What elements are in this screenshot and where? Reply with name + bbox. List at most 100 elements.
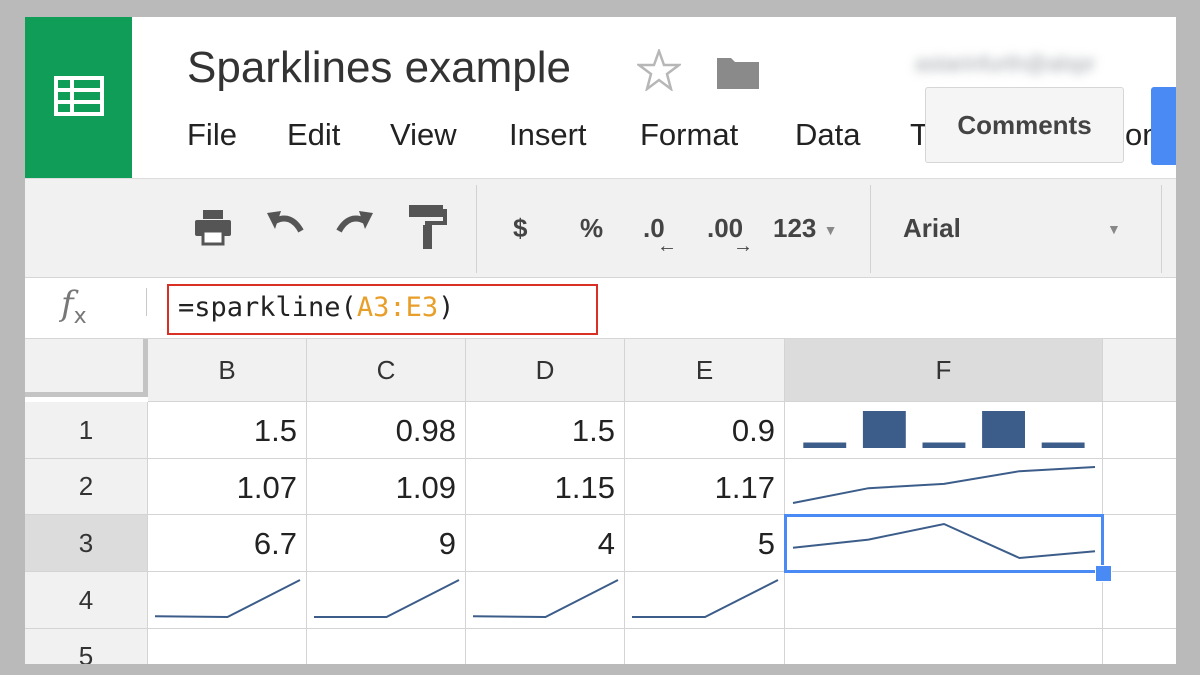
menu-insert[interactable]: Insert: [509, 117, 587, 153]
sparkline-series: [792, 466, 1096, 504]
row-header-2[interactable]: 2: [25, 459, 148, 515]
sparkline-bar: [803, 442, 847, 448]
select-all-corner[interactable]: [25, 339, 148, 397]
sparkline-series: [792, 522, 1096, 560]
decrease-decimals-button[interactable]: .0 ←: [643, 213, 677, 257]
line-sparkline: [154, 579, 301, 619]
sparkline-series: [314, 579, 460, 618]
chevron-down-icon: ▼: [823, 222, 838, 239]
line-sparkline: [472, 579, 619, 619]
cell-g2[interactable]: [1103, 459, 1176, 515]
row-header-4[interactable]: 4: [25, 572, 148, 629]
font-family-label: Arial: [903, 213, 961, 243]
cell-c5[interactable]: [307, 629, 466, 664]
cell-b5[interactable]: [148, 629, 307, 664]
cell-d1[interactable]: 1.5: [466, 402, 625, 459]
chevron-down-icon: ▼: [1107, 221, 1121, 237]
cell-f5[interactable]: [785, 629, 1103, 664]
cell-c4[interactable]: [307, 572, 466, 629]
sparkline-series: [472, 579, 619, 619]
formula-divider: [146, 288, 147, 316]
cell-d3[interactable]: 4: [466, 515, 625, 572]
menu-format[interactable]: Format: [640, 117, 738, 153]
sheets-grid-icon: [54, 76, 104, 116]
cell-c3[interactable]: 9: [307, 515, 466, 572]
account-email: astarinfurth@alspr: [915, 51, 1096, 76]
document-title[interactable]: Sparklines example: [187, 43, 571, 93]
more-formats-button[interactable]: 123 ▼: [773, 213, 837, 244]
star-icon[interactable]: [637, 49, 681, 91]
column-header-e[interactable]: E: [625, 339, 785, 402]
cell-b1[interactable]: 1.5: [148, 402, 307, 459]
line-sparkline: [632, 579, 779, 618]
fill-handle[interactable]: [1095, 565, 1112, 582]
cell-f4[interactable]: [785, 572, 1103, 629]
column-header-f[interactable]: F: [785, 339, 1103, 402]
column-header-c[interactable]: C: [307, 339, 466, 402]
font-family-select[interactable]: Arial ▼: [871, 179, 1161, 277]
arrow-right-icon: →: [733, 235, 753, 257]
menu-data[interactable]: Data: [795, 117, 860, 153]
cell-f3[interactable]: [785, 515, 1103, 572]
cell-e1[interactable]: 0.9: [625, 402, 785, 459]
row-header-3[interactable]: 3: [25, 515, 148, 572]
toolbar-divider: [476, 185, 477, 273]
row-header-5[interactable]: 5: [25, 629, 148, 664]
formula-suffix: ): [438, 292, 455, 323]
paint-format-icon[interactable]: [405, 203, 449, 253]
cell-d2[interactable]: 1.15: [466, 459, 625, 515]
menu-file[interactable]: File: [187, 117, 237, 153]
toolbar-divider: [1161, 185, 1162, 273]
column-header-b[interactable]: B: [148, 339, 307, 402]
sparkline-bar: [1041, 442, 1085, 448]
cell-b3[interactable]: 6.7: [148, 515, 307, 572]
formula-range-reference: A3:E3: [356, 292, 439, 323]
cell-d5[interactable]: [466, 629, 625, 664]
cell-c2[interactable]: 1.09: [307, 459, 466, 515]
folder-icon[interactable]: [715, 53, 761, 91]
column-header-g[interactable]: [1103, 339, 1176, 402]
cell-f1[interactable]: [785, 402, 1103, 459]
cell-c1[interactable]: 0.98: [307, 402, 466, 459]
column-header-d[interactable]: D: [466, 339, 625, 402]
sparkline-bar: [922, 442, 966, 448]
cell-f2[interactable]: [785, 459, 1103, 515]
fx-icon: fx: [61, 284, 87, 329]
cell-e2[interactable]: 1.17: [625, 459, 785, 515]
sparkline-series: [632, 579, 779, 618]
toolbar: $ % .0 ← .00 → 123 ▼ Arial ▼: [25, 178, 1176, 278]
cell-g3[interactable]: [1103, 515, 1176, 572]
print-icon[interactable]: [193, 207, 233, 247]
formula-prefix: =sparkline(: [178, 292, 357, 323]
arrow-left-icon: ←: [657, 235, 677, 257]
cell-d4[interactable]: [466, 572, 625, 629]
cell-e3[interactable]: 5: [625, 515, 785, 572]
undo-icon[interactable]: [263, 207, 307, 247]
cell-g5[interactable]: [1103, 629, 1176, 664]
cell-e4[interactable]: [625, 572, 785, 629]
percent-format-button[interactable]: %: [580, 213, 603, 244]
more-formats-label: 123: [773, 213, 817, 243]
share-button[interactable]: [1151, 87, 1176, 165]
sparkline-bar: [862, 411, 906, 448]
cell-g4[interactable]: [1103, 572, 1176, 629]
cell-g1[interactable]: [1103, 402, 1176, 459]
formula-bar: fx =sparkline(A3:E3): [25, 278, 1176, 339]
formula-input[interactable]: =sparkline(A3:E3): [167, 284, 598, 335]
menu-edit[interactable]: Edit: [287, 117, 340, 153]
sparkline-series: [154, 579, 301, 619]
cell-b4[interactable]: [148, 572, 307, 629]
redo-icon[interactable]: [333, 207, 377, 247]
line-sparkline: [792, 522, 1096, 560]
spreadsheet-app: Sparklines example astarinfurth@alspr Fi…: [25, 17, 1176, 664]
menu-view[interactable]: View: [390, 117, 457, 153]
line-sparkline: [792, 466, 1096, 504]
cell-b2[interactable]: 1.07: [148, 459, 307, 515]
row-header-1[interactable]: 1: [25, 402, 148, 459]
currency-format-button[interactable]: $: [513, 213, 527, 244]
sparkline-bar: [982, 411, 1025, 448]
cell-e5[interactable]: [625, 629, 785, 664]
column-sparkline: [803, 411, 1085, 448]
comments-button[interactable]: Comments: [925, 87, 1124, 163]
increase-decimals-button[interactable]: .00 →: [707, 213, 753, 257]
